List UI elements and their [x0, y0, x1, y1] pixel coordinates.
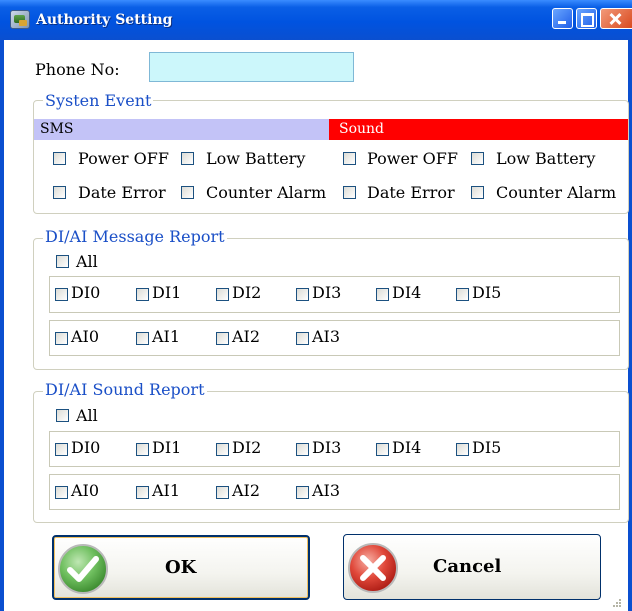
sound-di5-checkbox[interactable]: [456, 443, 469, 456]
message-ai2-label: AI2: [232, 327, 261, 346]
phone-label: Phone No:: [35, 60, 120, 79]
message-di3-label: DI3: [312, 283, 342, 302]
phone-input[interactable]: [149, 52, 354, 82]
sound-ai2-label: AI2: [232, 481, 261, 500]
sound-header: Sound: [329, 119, 628, 140]
message-ai0-checkbox[interactable]: [55, 332, 68, 345]
sms-counter-alarm-checkbox[interactable]: [181, 186, 194, 199]
message-report-legend: DI/AI Message Report: [43, 227, 227, 246]
message-all-checkbox[interactable]: [56, 255, 69, 268]
cancel-button-label: Cancel: [433, 556, 502, 577]
sound-report-legend: DI/AI Sound Report: [43, 380, 207, 399]
sound-di5-label: DI5: [472, 438, 502, 457]
sound-di2-checkbox[interactable]: [216, 443, 229, 456]
sound-ai2-checkbox[interactable]: [216, 486, 229, 499]
message-di2-checkbox[interactable]: [216, 288, 229, 301]
sound-ai3-label: AI3: [312, 481, 341, 500]
message-di1-label: DI1: [152, 283, 182, 302]
sound-di3-label: DI3: [312, 438, 342, 457]
message-ai0-label: AI0: [71, 327, 100, 346]
sound-all-label: All: [76, 406, 98, 425]
message-all-label: All: [76, 252, 98, 271]
sms-date-error-checkbox[interactable]: [53, 186, 66, 199]
message-di4-checkbox[interactable]: [376, 288, 389, 301]
sound-di3-checkbox[interactable]: [296, 443, 309, 456]
sms-low-battery-label: Low Battery: [206, 149, 306, 168]
red-x-icon: [348, 543, 398, 593]
message-di0-checkbox[interactable]: [55, 288, 68, 301]
sound-counter-alarm-label: Counter Alarm: [496, 183, 617, 202]
message-ai1-label: AI1: [152, 327, 181, 346]
sound-header-label: Sound: [339, 121, 385, 137]
sound-di4-label: DI4: [392, 438, 422, 457]
sound-di0-label: DI0: [71, 438, 101, 457]
message-ai1-checkbox[interactable]: [136, 332, 149, 345]
sound-power-off-label: Power OFF: [367, 149, 458, 168]
sound-ai0-checkbox[interactable]: [55, 486, 68, 499]
resize-grip-icon[interactable]: [610, 596, 622, 608]
sound-date-error-checkbox[interactable]: [343, 186, 356, 199]
ok-button-label: OK: [165, 557, 197, 578]
sms-low-battery-checkbox[interactable]: [181, 152, 194, 165]
sound-low-battery-label: Low Battery: [496, 149, 596, 168]
window-title: Authority Setting: [36, 12, 173, 28]
message-di0-label: DI0: [71, 283, 101, 302]
sound-low-battery-checkbox[interactable]: [471, 152, 484, 165]
green-check-icon: [58, 544, 108, 594]
system-event-legend: Systen Event: [43, 91, 154, 110]
message-di5-checkbox[interactable]: [456, 288, 469, 301]
maximize-icon[interactable]: [576, 8, 597, 29]
sound-counter-alarm-checkbox[interactable]: [471, 186, 484, 199]
sound-di2-label: DI2: [232, 438, 262, 457]
sms-counter-alarm-label: Counter Alarm: [206, 183, 327, 202]
sms-power-off-label: Power OFF: [78, 149, 169, 168]
sound-ai1-label: AI1: [152, 481, 181, 500]
sound-di1-checkbox[interactable]: [136, 443, 149, 456]
sms-header: SMS: [34, 119, 329, 140]
message-di1-checkbox[interactable]: [136, 288, 149, 301]
sound-power-off-checkbox[interactable]: [343, 152, 356, 165]
ok-button[interactable]: OK: [52, 535, 310, 600]
sound-ai0-label: AI0: [71, 481, 100, 500]
message-di3-checkbox[interactable]: [296, 288, 309, 301]
sound-ai1-checkbox[interactable]: [136, 486, 149, 499]
sms-header-label: SMS: [40, 121, 74, 137]
close-icon[interactable]: [600, 8, 632, 29]
sound-date-error-label: Date Error: [367, 183, 455, 202]
minimize-icon[interactable]: [552, 8, 573, 29]
message-di4-label: DI4: [392, 283, 422, 302]
sound-ai3-checkbox[interactable]: [296, 486, 309, 499]
message-ai3-label: AI3: [312, 327, 341, 346]
app-icon: [10, 10, 30, 29]
message-ai3-checkbox[interactable]: [296, 332, 309, 345]
sms-date-error-label: Date Error: [78, 183, 166, 202]
message-di2-label: DI2: [232, 283, 262, 302]
message-di5-label: DI5: [472, 283, 502, 302]
cancel-button[interactable]: Cancel: [343, 534, 601, 600]
sound-all-checkbox[interactable]: [56, 409, 69, 422]
sound-di4-checkbox[interactable]: [376, 443, 389, 456]
sound-di0-checkbox[interactable]: [55, 443, 68, 456]
sound-di1-label: DI1: [152, 438, 182, 457]
sms-power-off-checkbox[interactable]: [53, 152, 66, 165]
message-ai2-checkbox[interactable]: [216, 332, 229, 345]
